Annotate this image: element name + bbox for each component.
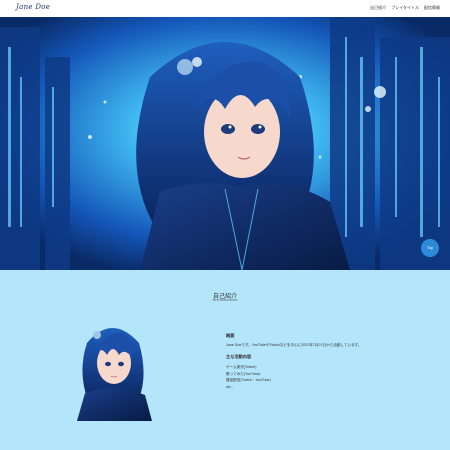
section-subtitle: Introduction [212, 297, 238, 302]
activity-item: ゲーム実況(Twitch) [226, 365, 257, 369]
activity-item: etc... [226, 384, 234, 389]
activity-item: 歌ってみた(YouTube) [226, 371, 261, 376]
nav-item-play-titles[interactable]: プレイタイトル [391, 5, 419, 11]
overview-heading: 概要 [226, 333, 235, 338]
nav-item-introduction[interactable]: 自己紹介 [370, 5, 386, 11]
intro-content: 概要 Jane Doeです。YouTubeやTwitchなどを中心に2022年7… [226, 333, 436, 390]
activity-item: 雑談配信(Twitch・YouTube) [226, 378, 271, 383]
hero-image: Top [0, 17, 450, 270]
hero-illustration [0, 17, 450, 270]
profile-image [67, 313, 157, 421]
activities-heading: 主な活動内容 [226, 354, 252, 359]
nav-item-stream-info[interactable]: 配信情報 [424, 5, 440, 11]
site-logo[interactable]: Jane Doe [16, 3, 50, 11]
overview-text: Jane Doeです。YouTubeやTwitchなどを中心に2022年7月21… [226, 343, 362, 347]
main-nav: 自己紹介 プレイタイトル 配信情報 [370, 5, 440, 11]
scroll-top-button[interactable]: Top [421, 239, 439, 257]
site-header: Jane Doe 自己紹介 プレイタイトル 配信情報 [0, 0, 450, 17]
